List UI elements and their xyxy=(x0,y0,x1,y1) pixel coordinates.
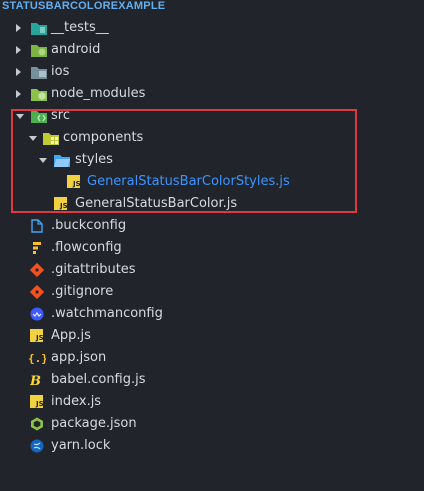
svg-text:JS: JS xyxy=(35,400,44,408)
js-file-icon: JS xyxy=(30,329,46,343)
tree-item-app-js[interactable]: JS App.js xyxy=(0,325,424,347)
tree-item-label: .flowconfig xyxy=(51,240,122,255)
tree-item-label: yarn.lock xyxy=(51,438,111,453)
tree-item-buckconfig[interactable]: .buckconfig xyxy=(0,215,424,237)
tree-item-label: src xyxy=(51,108,70,123)
tree-item-label: android xyxy=(51,42,101,57)
js-file-icon: JS xyxy=(30,395,46,409)
folder-styles-icon xyxy=(54,153,70,167)
chevron-right-icon[interactable] xyxy=(16,46,21,54)
tree-item-label: .watchmanconfig xyxy=(51,306,163,321)
tree-item-label: __tests__ xyxy=(51,20,109,35)
folder-tests-icon xyxy=(31,21,47,35)
tree-item-label: node_modules xyxy=(51,86,146,101)
chevron-right-icon[interactable] xyxy=(16,90,21,98)
chevron-down-icon[interactable] xyxy=(16,114,24,119)
svg-text:JS: JS xyxy=(72,180,81,188)
folder-node-icon xyxy=(31,87,47,101)
npm-icon xyxy=(30,417,46,431)
folder-src-icon xyxy=(31,109,47,123)
json-braces-icon: {.} xyxy=(28,350,46,365)
tree-item-label: ios xyxy=(51,64,70,79)
chevron-right-icon[interactable] xyxy=(16,68,21,76)
tree-item-label: .buckconfig xyxy=(51,218,127,233)
flow-icon xyxy=(30,241,46,255)
svg-text:JS: JS xyxy=(59,202,68,210)
tree-item-android[interactable]: android xyxy=(0,39,424,61)
tree-item-label: app.json xyxy=(51,350,107,365)
tree-item-label: babel.config.js xyxy=(51,372,146,387)
tree-item-tests[interactable]: __tests__ xyxy=(0,17,424,39)
tree-item-label: App.js xyxy=(51,328,91,343)
tree-item-flowconfig[interactable]: .flowconfig xyxy=(0,237,424,259)
tree-item-styles[interactable]: styles xyxy=(0,149,424,171)
tree-item-general-status-bar-color[interactable]: JS GeneralStatusBarColor.js xyxy=(0,193,424,215)
yarn-icon xyxy=(30,439,46,453)
chevron-down-icon[interactable] xyxy=(29,136,37,141)
tree-item-package-json[interactable]: package.json xyxy=(0,413,424,435)
svg-text:JS: JS xyxy=(35,334,44,342)
tree-item-components[interactable]: components xyxy=(0,127,424,149)
tree-item-node-modules[interactable]: node_modules xyxy=(0,83,424,105)
tree-item-src[interactable]: src xyxy=(0,105,424,127)
chevron-down-icon[interactable] xyxy=(39,158,47,163)
js-file-icon: JS xyxy=(54,197,70,211)
git-icon xyxy=(30,263,46,277)
tree-item-label: styles xyxy=(75,152,113,167)
tree-item-gitignore[interactable]: .gitignore xyxy=(0,281,424,303)
tree-item-general-status-bar-color-styles[interactable]: JS GeneralStatusBarColorStyles.js xyxy=(0,171,424,193)
tree-item-label: package.json xyxy=(51,416,137,431)
tree-item-gitattributes[interactable]: .gitattributes xyxy=(0,259,424,281)
tree-item-label: GeneralStatusBarColorStyles.js xyxy=(87,174,290,189)
tree-item-watchmanconfig[interactable]: .watchmanconfig xyxy=(0,303,424,325)
tree-item-index-js[interactable]: JS index.js xyxy=(0,391,424,413)
tree-item-ios[interactable]: ios xyxy=(0,61,424,83)
folder-android-icon xyxy=(31,43,47,57)
file-outline-icon xyxy=(30,219,46,233)
svg-text:B: B xyxy=(30,374,41,387)
js-file-icon: JS xyxy=(67,175,83,189)
chevron-right-icon[interactable] xyxy=(16,24,21,32)
folder-components-icon xyxy=(43,131,59,145)
folder-ios-icon xyxy=(31,65,47,79)
watchman-icon xyxy=(30,307,46,321)
tree-item-label: .gitattributes xyxy=(51,262,136,277)
babel-icon: B xyxy=(30,373,46,387)
explorer-title[interactable]: STATUSBARCOLOREXAMPLE xyxy=(0,0,424,12)
git-icon xyxy=(30,285,46,299)
tree-item-label: components xyxy=(63,130,144,145)
tree-item-label: .gitignore xyxy=(51,284,114,299)
tree-item-label: GeneralStatusBarColor.js xyxy=(75,196,238,211)
tree-item-label: index.js xyxy=(51,394,102,409)
tree-item-babel-config[interactable]: B babel.config.js xyxy=(0,369,424,391)
tree-item-yarn-lock[interactable]: yarn.lock xyxy=(0,435,424,457)
svg-text:{.}: {.} xyxy=(28,352,46,365)
tree-item-app-json[interactable]: {.} app.json xyxy=(0,347,424,369)
